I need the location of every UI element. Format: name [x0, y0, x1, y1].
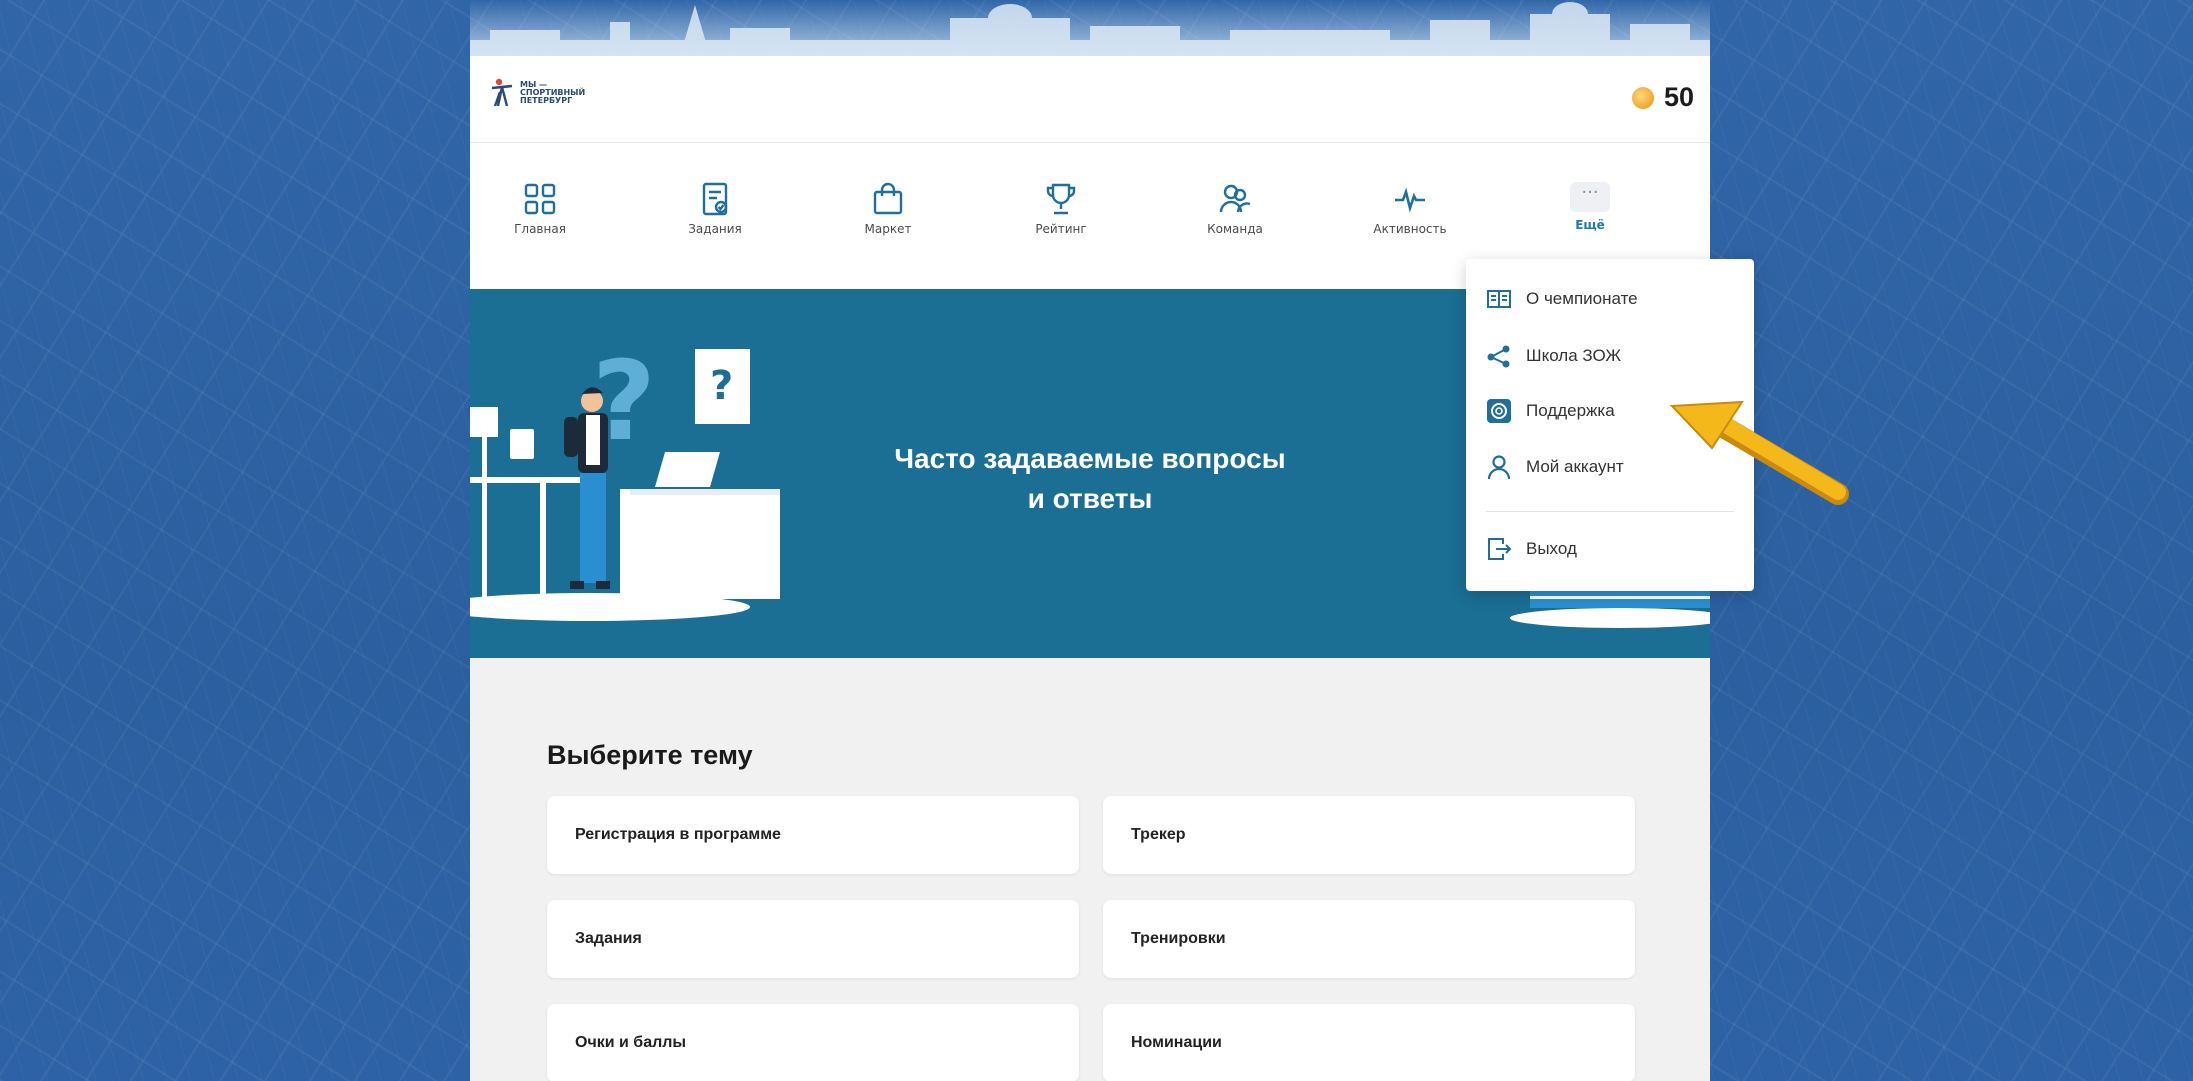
- city-skyline: [470, 0, 1710, 56]
- nav-item-more[interactable]: ··· Ещё: [1530, 182, 1650, 232]
- topic-card[interactable]: Задания: [547, 900, 1079, 978]
- book-icon: [1487, 290, 1511, 308]
- menu-item-school[interactable]: Школа ЗОЖ: [1486, 338, 1736, 374]
- nav-label-activity: Активность: [1373, 222, 1447, 236]
- topics-title: Выберите тему: [547, 740, 753, 770]
- main-nav: Главная Задания Маркет Рейтинг Команда А…: [470, 152, 1710, 252]
- pulse-icon: [1395, 187, 1425, 213]
- task-icon: [702, 182, 728, 216]
- trophy-icon: [1046, 183, 1076, 215]
- topic-card[interactable]: Очки и баллы: [547, 1004, 1079, 1081]
- nav-label-team: Команда: [1207, 222, 1263, 236]
- coin-icon: [1631, 86, 1654, 109]
- topic-card[interactable]: Номинации: [1103, 1004, 1635, 1081]
- nav-label-rating: Рейтинг: [1035, 222, 1087, 236]
- logo[interactable]: МЫ — СПОРТИВНЫЙ ПЕТЕРБУРГ: [490, 78, 585, 108]
- nav-item-home[interactable]: Главная: [480, 182, 600, 236]
- user-icon: [1487, 455, 1511, 480]
- menu-divider: [1486, 511, 1734, 512]
- topic-label: Регистрация в программе: [575, 826, 781, 843]
- menu-item-about[interactable]: О чемпионате: [1486, 281, 1736, 317]
- topic-label: Очки и баллы: [575, 1034, 687, 1051]
- logo-text: МЫ — СПОРТИВНЫЙ ПЕТЕРБУРГ: [520, 80, 586, 105]
- menu-item-label: О чемпионате: [1526, 289, 1638, 308]
- nav-label-more: Ещё: [1575, 218, 1605, 232]
- topic-label: Задания: [575, 930, 642, 947]
- balance-value: 50: [1663, 82, 1694, 112]
- menu-item-label: Выход: [1526, 539, 1577, 558]
- topics-section: Выберите тему Регистрация в программе Тр…: [470, 658, 1710, 1081]
- topic-label: Тренировки: [1131, 930, 1226, 947]
- header: МЫ — СПОРТИВНЫЙ ПЕТЕРБУРГ 50: [470, 56, 1710, 143]
- topic-card[interactable]: Трекер: [1103, 796, 1635, 874]
- nav-item-tasks[interactable]: Задания: [655, 182, 775, 236]
- bag-icon: [873, 182, 903, 215]
- more-icon: ···: [1570, 182, 1610, 212]
- team-icon: [1219, 184, 1251, 213]
- logout-icon: [1488, 538, 1512, 560]
- nav-label-market: Маркет: [864, 222, 912, 236]
- menu-item-logout[interactable]: Выход: [1486, 531, 1736, 567]
- topic-label: Трекер: [1131, 826, 1186, 843]
- grid-icon: [524, 183, 556, 215]
- nav-label-home: Главная: [514, 222, 566, 236]
- nav-item-team[interactable]: Команда: [1175, 182, 1295, 236]
- menu-item-label: Школа ЗОЖ: [1526, 346, 1622, 365]
- topic-label: Номинации: [1131, 1034, 1222, 1051]
- nav-item-rating[interactable]: Рейтинг: [1001, 182, 1121, 236]
- nav-item-activity[interactable]: Активность: [1350, 182, 1470, 236]
- nav-item-market[interactable]: Маркет: [828, 182, 948, 236]
- runner-logo-icon: [491, 78, 513, 107]
- topic-card[interactable]: Тренировки: [1103, 900, 1635, 978]
- support-icon: [1487, 399, 1511, 423]
- menu-item-label: Поддержка: [1526, 401, 1615, 420]
- share-icon: [1487, 345, 1510, 368]
- topic-card[interactable]: Регистрация в программе: [547, 796, 1079, 874]
- nav-label-tasks: Задания: [688, 222, 742, 236]
- points-balance[interactable]: 50: [1631, 82, 1694, 113]
- menu-item-label: Мой аккаунт: [1526, 457, 1624, 476]
- pointer-arrow: [1670, 400, 1849, 505]
- svg-text:?: ?: [710, 363, 733, 409]
